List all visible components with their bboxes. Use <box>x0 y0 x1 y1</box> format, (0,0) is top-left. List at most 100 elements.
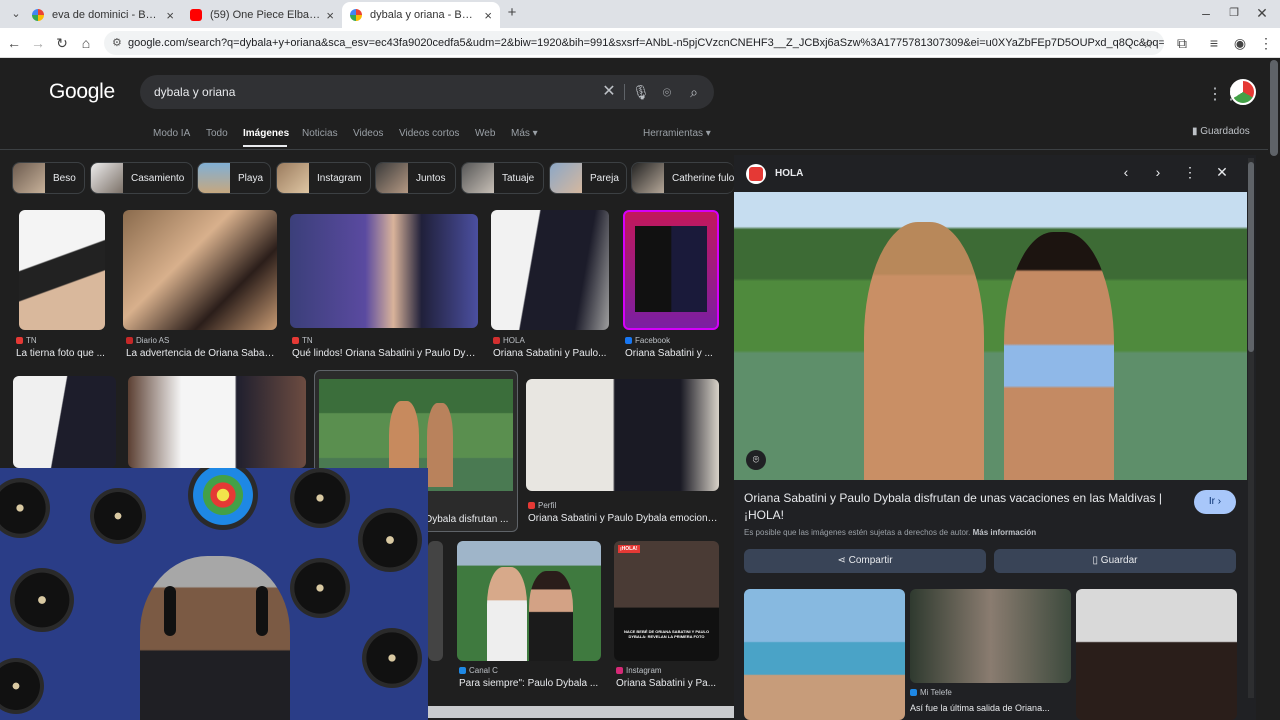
result-image[interactable] <box>128 376 306 468</box>
tools-button[interactable]: Herramientas ▾ <box>643 128 711 139</box>
tab-dybala[interactable]: dybala y oriana - Buscar con G × <box>342 2 500 28</box>
related-image[interactable] <box>1076 589 1237 720</box>
window-close-icon[interactable]: ✕ <box>1252 3 1272 23</box>
tab-close-icon[interactable]: × <box>484 8 492 23</box>
result-image[interactable] <box>457 541 601 661</box>
search-input[interactable]: dybala y oriana <box>154 85 235 99</box>
related-image[interactable] <box>910 589 1071 683</box>
result-title[interactable]: Dybala disfrutan ... <box>425 514 515 525</box>
home-icon[interactable]: ⌂ <box>76 33 96 53</box>
tab-web[interactable]: Web <box>475 128 495 139</box>
share-button[interactable]: ⋖ Compartir <box>744 549 986 573</box>
related-title[interactable]: Así fue la última salida de Oriana... <box>910 703 1071 713</box>
panel-source[interactable]: HOLA <box>775 168 803 179</box>
result-image[interactable] <box>13 376 116 468</box>
clear-icon[interactable]: ✕ <box>600 83 618 101</box>
result-image[interactable] <box>123 210 277 330</box>
next-icon[interactable]: › <box>1148 164 1168 180</box>
result-image[interactable] <box>623 210 719 330</box>
result-image[interactable] <box>491 210 609 330</box>
result-title[interactable]: Oriana Sabatini y ... <box>625 348 719 359</box>
tab-videos[interactable]: Videos <box>353 128 383 139</box>
chip-catherine-fulop[interactable]: Catherine fulo <box>631 162 734 194</box>
result-title[interactable]: Oriana Sabatini y Paulo Dybala emociona.… <box>528 513 719 524</box>
save-button[interactable]: ▯ Guardar <box>994 549 1236 573</box>
tab-videos-cortos[interactable]: Videos cortos <box>399 128 459 139</box>
chip-pareja[interactable]: Pareja <box>549 162 627 194</box>
browser-toolbar: ← → ↻ ⌂ ⚙ google.com/search?q=dybala+y+o… <box>0 28 1280 58</box>
chip-juntos[interactable]: Juntos <box>375 162 456 194</box>
avatar[interactable] <box>1230 79 1256 105</box>
tab-search-icon[interactable]: ⌄ <box>6 4 26 24</box>
chip-beso[interactable]: Beso <box>12 162 85 194</box>
chip-casamiento[interactable]: Casamiento <box>90 162 193 194</box>
tab-close-icon[interactable]: × <box>326 8 334 23</box>
address-bar[interactable]: ⚙ google.com/search?q=dybala+y+oriana&sc… <box>104 31 1164 55</box>
tab-mas[interactable]: Más ▾ <box>511 128 538 139</box>
search-box[interactable]: dybala y oriana ✕ 🎙 ⌾ ⌕ <box>140 75 714 109</box>
result-image[interactable] <box>19 210 105 330</box>
reading-list-icon[interactable]: ≡ <box>1204 33 1224 53</box>
source-name: TN <box>26 336 37 345</box>
chip-instagram[interactable]: Instagram <box>276 162 371 194</box>
bookmark-star-icon[interactable]: ☆ <box>1138 34 1158 54</box>
back-icon[interactable]: ← <box>4 33 24 53</box>
tab-close-icon[interactable]: × <box>166 8 174 23</box>
tab-todo[interactable]: Todo <box>206 128 228 139</box>
tab-youtube[interactable]: (59) One Piece Elbaf Mural Revi × <box>182 2 342 28</box>
source-name: Mi Telefe <box>920 688 952 697</box>
preview-image[interactable]: ⌾ <box>734 192 1247 480</box>
google-logo[interactable]: Google <box>49 80 115 104</box>
panel-scrollbar[interactable] <box>1248 162 1254 352</box>
source-name: Facebook <box>635 336 671 345</box>
mic-icon[interactable]: 🎙 <box>632 83 650 101</box>
profile-icon[interactable]: ◉ <box>1230 33 1250 53</box>
more-info-link[interactable]: Más información <box>973 528 1037 537</box>
result-image[interactable] <box>526 379 719 491</box>
chip-tatuaje[interactable]: Tatuaje <box>461 162 544 194</box>
result-title[interactable]: La tierna foto que ... <box>16 348 112 359</box>
tab-modo-ia[interactable]: Modo IA <box>153 128 190 139</box>
visit-button[interactable]: Ir › <box>1194 490 1236 514</box>
chip-label: Catherine fulo <box>672 172 734 184</box>
more-icon[interactable]: ⋮ <box>1180 164 1200 181</box>
extensions-icon[interactable]: ⧉ <box>1172 33 1192 53</box>
result-title[interactable]: La advertencia de Oriana Sabati... <box>126 348 276 359</box>
source-name: TN <box>302 336 313 345</box>
menu-icon[interactable]: ⋮ <box>1256 33 1276 53</box>
prev-icon[interactable]: ‹ <box>1116 164 1136 180</box>
new-tab-button[interactable]: + <box>502 3 522 23</box>
panel-title[interactable]: Oriana Sabatini y Paulo Dybala disfrutan… <box>744 490 1174 524</box>
result-title[interactable]: Oriana Sabatini y Pa... <box>616 678 719 689</box>
chip-label: Instagram <box>317 172 362 184</box>
minimize-icon[interactable]: – <box>1196 3 1216 23</box>
tab-imagenes[interactable]: Imágenes <box>243 128 289 139</box>
lens-search-icon[interactable]: ⌾ <box>746 450 766 470</box>
result-title[interactable]: Para siempre": Paulo Dybala ... <box>459 678 601 689</box>
site-info-icon[interactable]: ⚙ <box>112 31 122 55</box>
chip-playa[interactable]: Playa <box>197 162 271 194</box>
chip-thumbnail <box>91 163 123 193</box>
tab-eva[interactable]: eva de dominici - Buscar con Go × <box>24 2 182 28</box>
related-image[interactable] <box>744 589 905 720</box>
tab-noticias[interactable]: Noticias <box>302 128 338 139</box>
result-image[interactable] <box>290 214 478 328</box>
result-image[interactable]: ¡HOLA! NACE BEBÉ DE ORIANA SABATINI Y PA… <box>614 541 719 661</box>
saved-button[interactable]: ▮ Guardados <box>1192 126 1250 137</box>
page-scrollbar[interactable] <box>1270 60 1278 156</box>
result-title[interactable]: Oriana Sabatini y Paulo... <box>493 348 609 359</box>
result-image[interactable] <box>428 541 443 661</box>
close-icon[interactable]: ✕ <box>1212 164 1232 181</box>
restore-icon[interactable]: ❐ <box>1224 3 1244 23</box>
source-favicon-icon <box>910 689 917 696</box>
forward-icon[interactable]: → <box>28 33 48 53</box>
webcam-overlay <box>0 468 428 720</box>
tab-title: (59) One Piece Elbaf Mural Revi <box>210 9 320 21</box>
vinyl-record <box>362 628 422 688</box>
lens-icon[interactable]: ⌾ <box>658 83 676 101</box>
divider <box>624 84 625 100</box>
search-icon[interactable]: ⌕ <box>685 83 703 101</box>
reload-icon[interactable]: ↻ <box>52 33 72 53</box>
result-title[interactable]: Qué lindos! Oriana Sabatini y Paulo Dyb.… <box>292 348 476 359</box>
hola-mark <box>749 167 763 181</box>
